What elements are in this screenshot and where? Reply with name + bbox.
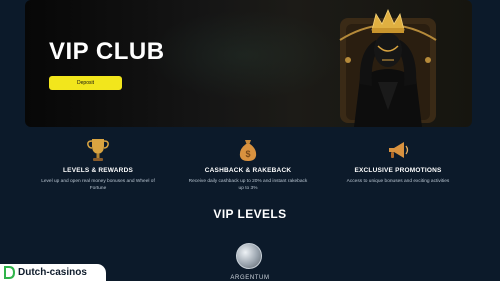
watermark-logo-icon bbox=[4, 266, 15, 279]
deposit-button[interactable]: Deposit bbox=[49, 76, 122, 90]
hero-banner: VIP CLUB Deposit bbox=[25, 0, 472, 127]
feature-description: Receive daily cashback up to 20% and ins… bbox=[188, 179, 308, 192]
feature-description: Level up and open real money bonuses and… bbox=[41, 179, 155, 192]
feature-title: EXCLUSIVE PROMOTIONS bbox=[354, 167, 442, 174]
watermark: Dutch-casinos bbox=[0, 264, 106, 281]
svg-text:$: $ bbox=[245, 149, 250, 159]
feature-levels-rewards: LEVELS & REWARDS Level up and open real … bbox=[38, 137, 158, 192]
feature-title: CASHBACK & RAKEBACK bbox=[204, 167, 292, 174]
watermark-text: Dutch-casinos bbox=[18, 267, 87, 278]
megaphone-icon bbox=[389, 142, 409, 158]
trophy-icon bbox=[87, 139, 109, 161]
hero-background-glow bbox=[145, 10, 345, 100]
crowned-figure-illustration bbox=[339, 8, 437, 127]
feature-title: LEVELS & REWARDS bbox=[62, 167, 133, 174]
argentum-medal-icon bbox=[236, 243, 262, 269]
feature-description: Access to unique bonuses and exciting ac… bbox=[346, 179, 450, 184]
money-bag-icon: $ bbox=[239, 140, 257, 161]
feature-cashback-rakeback: $ CASHBACK & RAKEBACK Receive daily cash… bbox=[188, 137, 308, 192]
feature-exclusive-promotions: EXCLUSIVE PROMOTIONS Access to unique bo… bbox=[338, 137, 458, 185]
vip-levels-heading: VIP LEVELS bbox=[213, 207, 287, 221]
hero-title: VIP CLUB bbox=[49, 38, 165, 65]
